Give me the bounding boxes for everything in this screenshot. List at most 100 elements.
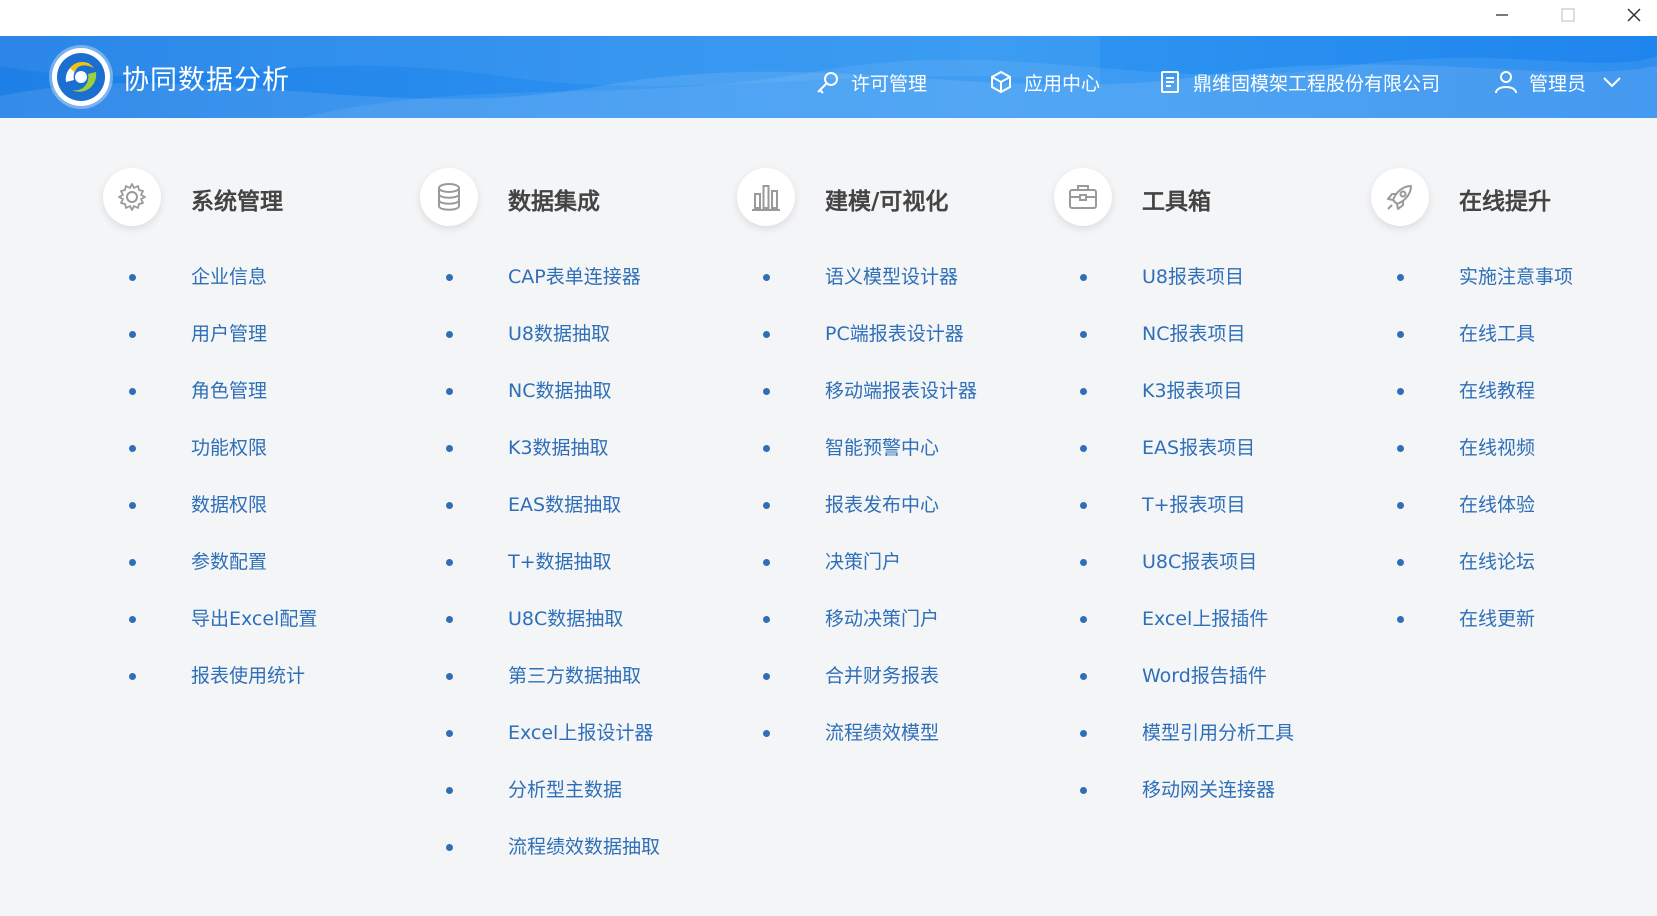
app-logo bbox=[52, 48, 110, 106]
bullet-dot-icon bbox=[446, 730, 453, 737]
nav-license-management[interactable]: 许可管理 bbox=[815, 68, 927, 96]
menu-item-label: 导出Excel配置 bbox=[191, 608, 318, 630]
menu-item-label: 在线视频 bbox=[1459, 437, 1536, 459]
rocket-icon bbox=[1371, 168, 1429, 226]
column-title: 系统管理 bbox=[191, 189, 283, 215]
menu-item-label: EAS数据抽取 bbox=[508, 494, 622, 516]
bullet-dot-icon bbox=[1080, 673, 1087, 680]
menu-item-label: U8报表项目 bbox=[1142, 266, 1244, 288]
column-system-management: 系统管理 企业信息 用户管理 角色管理 功能权限 数据权限 参数配置 导出Excel配置 报表… bbox=[103, 168, 403, 687]
bullet-dot-icon bbox=[446, 445, 453, 452]
nav-user-menu[interactable]: 管理员 bbox=[1493, 68, 1622, 96]
column-title: 在线提升 bbox=[1459, 189, 1551, 215]
menu-item-label: 移动端报表设计器 bbox=[825, 380, 978, 402]
bullet-dot-icon bbox=[1080, 787, 1087, 794]
bullet-dot-icon bbox=[1080, 445, 1087, 452]
window-titlebar bbox=[0, 0, 1657, 36]
menu-item-label: T+数据抽取 bbox=[508, 551, 612, 573]
menu-item-label: 参数配置 bbox=[191, 551, 268, 573]
bullet-dot-icon bbox=[1080, 730, 1087, 737]
bullet-dot-icon bbox=[1080, 616, 1087, 623]
minimize-icon bbox=[1496, 14, 1508, 16]
maximize-button[interactable] bbox=[1545, 0, 1591, 30]
bullet-dot-icon bbox=[129, 274, 136, 281]
menu-item-label: 在线更新 bbox=[1459, 608, 1536, 630]
menu-item-label: 分析型主数据 bbox=[508, 779, 623, 801]
bullet-dot-icon bbox=[129, 559, 136, 566]
key-icon bbox=[815, 69, 841, 95]
menu-item-label: 模型引用分析工具 bbox=[1142, 722, 1295, 744]
bullet-dot-icon bbox=[1080, 274, 1087, 281]
nav-label: 许可管理 bbox=[851, 72, 928, 95]
close-button[interactable] bbox=[1611, 0, 1657, 30]
document-icon bbox=[1157, 69, 1183, 95]
toolbox-icon bbox=[1054, 168, 1112, 226]
bullet-dot-icon bbox=[1397, 559, 1404, 566]
menu-item-label: 用户管理 bbox=[191, 323, 268, 345]
bullet-dot-icon bbox=[1080, 559, 1087, 566]
bullet-dot-icon bbox=[446, 331, 453, 338]
menu-item-label: 在线教程 bbox=[1459, 380, 1536, 402]
nav-company[interactable]: 鼎维固模架工程股份有限公司 bbox=[1157, 68, 1440, 96]
menu-item-label: 实施注意事项 bbox=[1459, 266, 1574, 288]
menu-item-label: Excel上报设计器 bbox=[508, 722, 654, 744]
menu-item-label: U8数据抽取 bbox=[508, 323, 610, 345]
menu-item-label: 角色管理 bbox=[191, 380, 268, 402]
menu-item-label: 企业信息 bbox=[191, 266, 268, 288]
bullet-dot-icon bbox=[446, 844, 453, 851]
bullet-dot-icon bbox=[763, 502, 770, 509]
bullet-dot-icon bbox=[446, 388, 453, 395]
bar-chart-icon bbox=[737, 168, 795, 226]
bullet-dot-icon bbox=[129, 502, 136, 509]
column-online-improvement: 在线提升 实施注意事项 在线工具 在线教程 在线视频 在线体验 在线论坛 在线更新 bbox=[1371, 168, 1657, 630]
bullet-dot-icon bbox=[1397, 616, 1404, 623]
menu-item-label: CAP表单连接器 bbox=[508, 266, 641, 288]
column-title: 数据集成 bbox=[508, 189, 600, 215]
bullet-dot-icon bbox=[446, 559, 453, 566]
bullet-dot-icon bbox=[446, 502, 453, 509]
column-title: 建模/可视化 bbox=[825, 189, 949, 215]
column-data-integration: 数据集成 CAP表单连接器 U8数据抽取 NC数据抽取 K3数据抽取 EAS数据抽取 T+… bbox=[420, 168, 720, 858]
maximize-icon bbox=[1561, 8, 1575, 22]
menu-item-label: 在线工具 bbox=[1459, 323, 1536, 345]
bullet-dot-icon bbox=[1397, 274, 1404, 281]
column-toolbox: 工具箱 U8报表项目 NC报表项目 K3报表项目 EAS报表项目 T+报表项目 U8C报表… bbox=[1054, 168, 1354, 801]
app-title: 协同数据分析 bbox=[122, 65, 290, 96]
bullet-dot-icon bbox=[763, 445, 770, 452]
menu-item-label: PC端报表设计器 bbox=[825, 323, 964, 345]
nav-app-center[interactable]: 应用中心 bbox=[988, 68, 1100, 96]
menu-item-label: 移动网关连接器 bbox=[1142, 779, 1276, 801]
bullet-dot-icon bbox=[129, 616, 136, 623]
logo-swirl-icon bbox=[57, 53, 105, 101]
bullet-dot-icon bbox=[129, 388, 136, 395]
bullet-dot-icon bbox=[763, 559, 770, 566]
menu-item-label: 移动决策门户 bbox=[825, 608, 940, 630]
bullet-dot-icon bbox=[763, 730, 770, 737]
menu-item-label: NC报表项目 bbox=[1142, 323, 1246, 345]
column-modeling-visualization: 建模/可视化 语义模型设计器 PC端报表设计器 移动端报表设计器 智能预警中心 报表发布… bbox=[737, 168, 1037, 744]
bullet-dot-icon bbox=[1080, 331, 1087, 338]
bullet-dot-icon bbox=[446, 787, 453, 794]
menu-item-label: K3报表项目 bbox=[1142, 380, 1243, 402]
bullet-dot-icon bbox=[763, 388, 770, 395]
menu-item-label: 语义模型设计器 bbox=[825, 266, 959, 288]
menu-item-label: U8C报表项目 bbox=[1142, 551, 1258, 573]
cube-icon bbox=[988, 69, 1014, 95]
bullet-dot-icon bbox=[1080, 502, 1087, 509]
bullet-dot-icon bbox=[129, 331, 136, 338]
menu-item-label: 决策门户 bbox=[825, 551, 902, 573]
bullet-dot-icon bbox=[446, 274, 453, 281]
bullet-dot-icon bbox=[763, 331, 770, 338]
nav-label: 管理员 bbox=[1529, 72, 1587, 95]
column-title: 工具箱 bbox=[1142, 189, 1211, 215]
minimize-button[interactable] bbox=[1479, 0, 1525, 30]
menu-item-label: K3数据抽取 bbox=[508, 437, 609, 459]
menu-item-label: U8C数据抽取 bbox=[508, 608, 624, 630]
menu-item-label: 在线论坛 bbox=[1459, 551, 1536, 573]
gear-icon bbox=[103, 168, 161, 226]
menu-item-label: 功能权限 bbox=[191, 437, 268, 459]
menu-item-label: NC数据抽取 bbox=[508, 380, 612, 402]
menu-item-label: 智能预警中心 bbox=[825, 437, 940, 459]
bullet-dot-icon bbox=[446, 616, 453, 623]
menu-item-label: EAS报表项目 bbox=[1142, 437, 1256, 459]
